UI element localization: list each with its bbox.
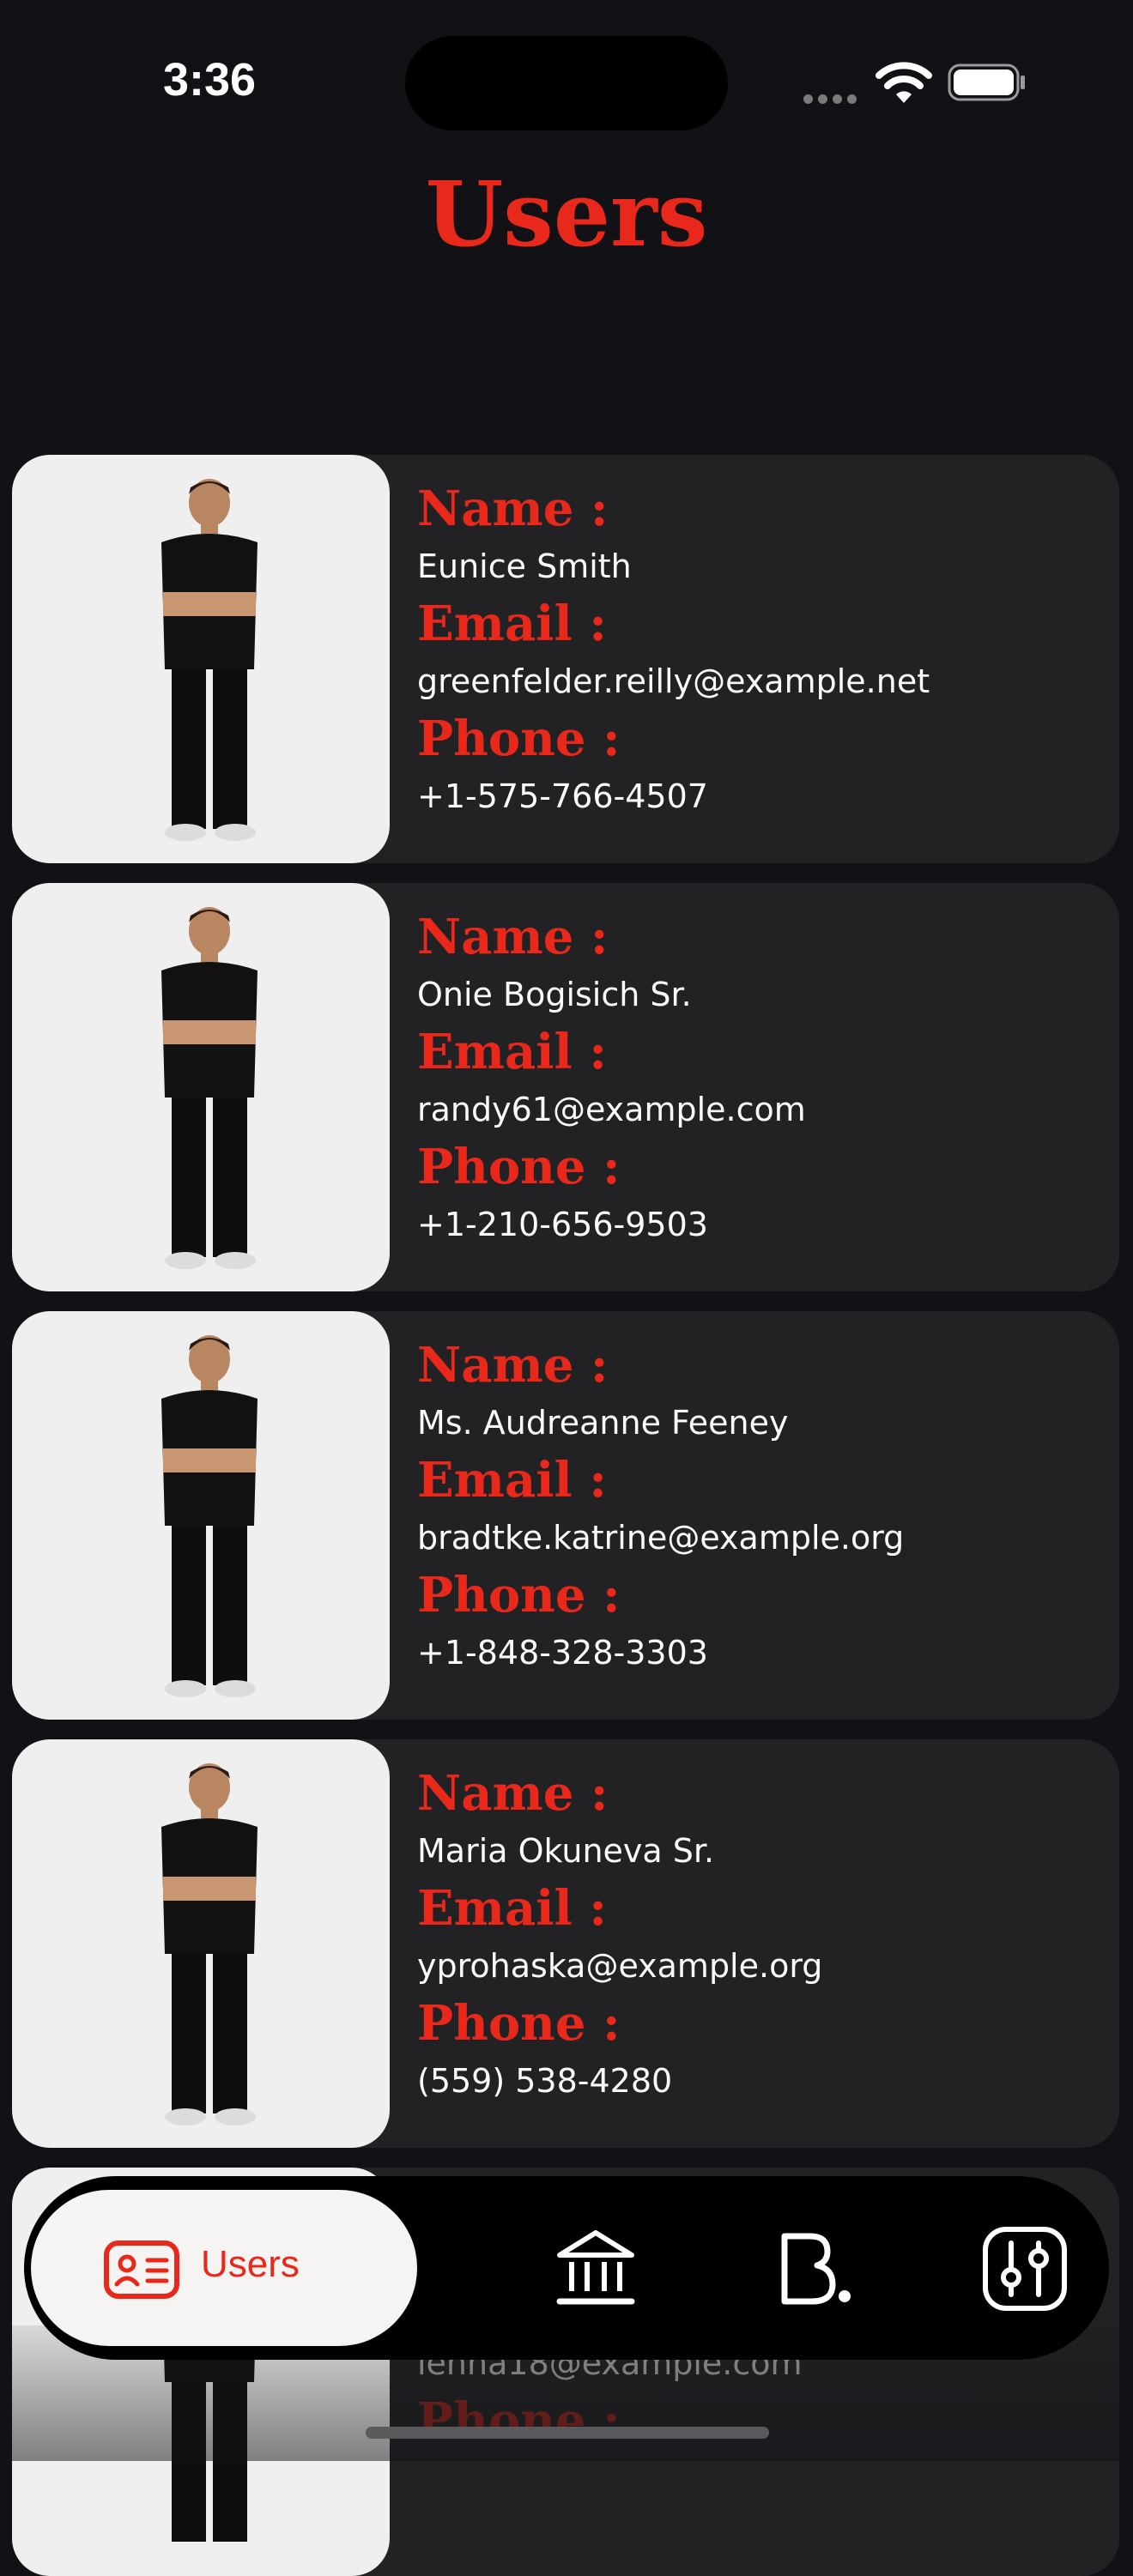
person-image: [161, 479, 258, 841]
user-email: bradtke.katrine@example.org: [417, 1519, 905, 1557]
user-card[interactable]: Name : Onie Bogisich Sr. Email : randy61…: [12, 883, 1119, 1291]
user-photo: [12, 883, 390, 1291]
email-label: Email :: [417, 1880, 607, 1937]
bottom-tab-bar: Users: [24, 2176, 1109, 2360]
user-email: greenfelder.reilly@example.net: [417, 662, 930, 700]
phone-label: Phone :: [417, 711, 621, 767]
phone-label: Phone :: [417, 1139, 621, 1195]
user-name: Maria Okuneva Sr.: [417, 1832, 715, 1870]
person-image: [161, 1335, 258, 1697]
user-card[interactable]: Name : Ms. Audreanne Feeney Email : brad…: [12, 1311, 1119, 1720]
dynamic-island: [405, 36, 728, 130]
battery-icon: [948, 63, 1025, 101]
user-info: Name : Onie Bogisich Sr. Email : randy61…: [417, 907, 1102, 1252]
user-phone: (559) 538-4280: [417, 2062, 673, 2100]
wifi-icon: [876, 62, 932, 103]
email-label: Email :: [417, 596, 607, 652]
tab-users[interactable]: Users: [31, 2190, 417, 2346]
status-time: 3:36: [163, 54, 257, 106]
name-label: Name :: [417, 1765, 609, 1822]
user-email: yprohaska@example.org: [417, 1947, 823, 1985]
user-card[interactable]: Name : Eunice Smith Email : greenfelder.…: [12, 455, 1119, 863]
name-label: Name :: [417, 909, 609, 965]
user-name: Eunice Smith: [417, 547, 632, 585]
user-phone: +1-575-766-4507: [417, 777, 708, 815]
name-label: Name :: [417, 481, 609, 537]
email-label: Email :: [417, 1452, 607, 1509]
user-name: Ms. Audreanne Feeney: [417, 1404, 789, 1442]
cellular-signal-icon: [803, 91, 862, 107]
settings-sliders-icon[interactable]: [980, 2224, 1069, 2313]
person-image: [161, 1763, 258, 2126]
user-photo: [12, 1311, 390, 1720]
user-photo: [12, 455, 390, 863]
person-image: [161, 907, 258, 1269]
status-bar: 3:36: [0, 0, 1133, 146]
phone-label: Phone :: [417, 2392, 621, 2449]
user-email: randy61@example.com: [417, 1091, 806, 1128]
user-phone: +1-848-328-3303: [417, 1634, 708, 1672]
name-label: Name :: [417, 1337, 609, 1394]
tab-users-label: Users: [201, 2243, 300, 2285]
user-info: Name : Ms. Audreanne Feeney Email : brad…: [417, 1335, 1102, 1680]
user-photo: [12, 1739, 390, 2148]
user-name: Onie Bogisich Sr.: [417, 976, 692, 1013]
user-card[interactable]: Name : Maria Okuneva Sr. Email : yprohas…: [12, 1739, 1119, 2148]
phone-label: Phone :: [417, 1995, 621, 2052]
id-card-icon: [104, 2240, 179, 2299]
user-info: Name : Maria Okuneva Sr. Email : yprohas…: [417, 1763, 1102, 2108]
user-phone: +1-210-656-9503: [417, 1206, 708, 1243]
page-title: Users: [425, 161, 708, 267]
phone-label: Phone :: [417, 1567, 621, 1624]
behance-icon[interactable]: [769, 2224, 858, 2313]
bank-icon[interactable]: [551, 2224, 640, 2313]
email-label: Email :: [417, 1024, 607, 1080]
user-info: Name : Eunice Smith Email : greenfelder.…: [417, 479, 1102, 824]
home-indicator[interactable]: [366, 2427, 769, 2439]
